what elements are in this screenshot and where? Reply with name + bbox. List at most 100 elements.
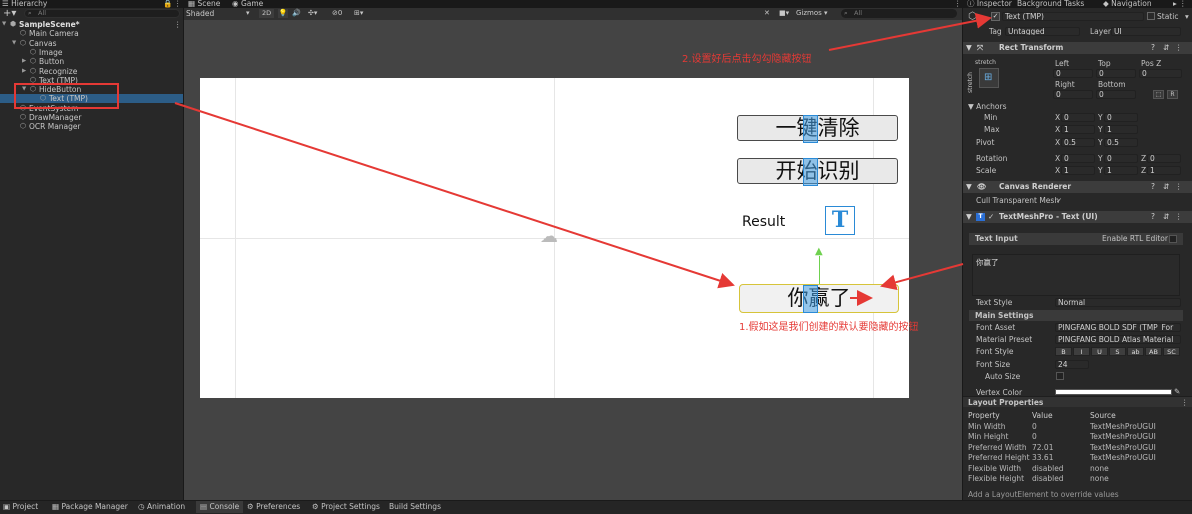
tmp-settings-icon[interactable]: ⇵	[1163, 211, 1169, 223]
vertex-color-swatch[interactable]	[1055, 389, 1172, 395]
inspector-more-icon[interactable]: ▸ ⋮	[1173, 0, 1187, 8]
scale-y-field[interactable]: 1	[1104, 166, 1138, 175]
hierarchy-item[interactable]: ⬡ Image	[0, 48, 183, 57]
add-icon[interactable]: +▾	[3, 8, 16, 19]
expand-toggle-icon[interactable]: ▶	[22, 67, 26, 76]
shading-dropdown[interactable]: Shaded	[186, 8, 214, 19]
scene-viewport[interactable]: 一键清除 开始识别 Result T ▲ 你赢了 ☁ 1.假如这是我们创建的默认…	[184, 20, 962, 500]
canvas-renderer-menu-icon[interactable]: ⋮	[1175, 181, 1183, 193]
font-style-button[interactable]: U	[1091, 347, 1108, 356]
pivot-y-field[interactable]: 0.5	[1104, 138, 1138, 147]
rot-x-field[interactable]: 0	[1061, 154, 1095, 163]
bottom-tab[interactable]: ⚙ Preferences	[247, 501, 300, 513]
tools-icon[interactable]: ✕	[764, 9, 770, 18]
hierarchy-item[interactable]: ⬡ OCR Manager	[0, 122, 183, 131]
posz-field[interactable]: 0	[1139, 69, 1182, 78]
raw-edit-button[interactable]: R	[1167, 90, 1178, 99]
tmp-enabled-checkbox[interactable]: ✓	[988, 211, 994, 223]
max-y-field[interactable]: 1	[1104, 125, 1138, 134]
cull-mesh-checkbox[interactable]: ✓	[1056, 196, 1062, 205]
font-style-button[interactable]: S	[1109, 347, 1126, 356]
canvas-renderer-help-icon[interactable]: ?	[1151, 181, 1155, 193]
rot-z-field[interactable]: 0	[1147, 154, 1181, 163]
hierarchy-tab[interactable]: ☰ Hierarchy	[2, 0, 47, 8]
canvas-renderer-header[interactable]: ▼ 👁 Canvas Renderer ? ⇵ ⋮	[963, 181, 1192, 193]
scale-x-field[interactable]: 1	[1061, 166, 1095, 175]
scene-menu-icon[interactable]: ⋮	[174, 20, 182, 29]
hierarchy-search-input[interactable]: ⌕ All	[24, 9, 180, 18]
tab-background-tasks[interactable]: Background Tasks	[1017, 0, 1084, 8]
layout-properties-header[interactable]: Layout Properties ⋮	[963, 396, 1192, 407]
right-field[interactable]: 0	[1053, 90, 1093, 99]
text-style-dropdown[interactable]: Normal	[1055, 298, 1181, 307]
hierarchy-item[interactable]: ⬡ Text (TMP)	[0, 94, 183, 104]
bottom-tab[interactable]: ▦ Package Manager	[52, 501, 128, 513]
toggle-2d-button[interactable]: 2D	[259, 9, 275, 18]
font-style-button[interactable]: AB	[1145, 347, 1162, 356]
min-x-field[interactable]: 0	[1061, 113, 1095, 122]
expand-toggle-icon[interactable]: ▼	[22, 85, 26, 94]
hierarchy-item[interactable]: ▼ ⬢ SampleScene* ⋮	[0, 20, 183, 29]
tmp-menu-icon[interactable]: ⋮	[1175, 211, 1183, 223]
bottom-tab[interactable]: ▤ Console	[196, 501, 244, 513]
grid-icon[interactable]: ⊞▾	[354, 9, 363, 18]
tab-inspector[interactable]: ⓘ Inspector	[967, 0, 1012, 8]
font-style-button[interactable]: B	[1055, 347, 1072, 356]
auto-size-checkbox[interactable]	[1056, 372, 1064, 380]
visibility-icon[interactable]: ⊘0	[332, 9, 342, 18]
tab-game[interactable]: ◉ Game	[232, 0, 263, 8]
hierarchy-item[interactable]: ▼ ⬡ Canvas	[0, 39, 183, 48]
material-preset-dropdown[interactable]: PINGFANG BOLD Atlas Material	[1055, 335, 1181, 344]
tab-scene[interactable]: ▦ Scene	[188, 0, 220, 8]
font-style-button[interactable]: I	[1073, 347, 1090, 356]
expand-toggle-icon[interactable]: ▼	[12, 39, 16, 48]
bottom-field[interactable]: 0	[1096, 90, 1136, 99]
lock-icon[interactable]: 🔒	[163, 0, 172, 8]
hierarchy-item[interactable]: ⬡ Main Camera	[0, 29, 183, 38]
expand-toggle-icon[interactable]: ▼	[2, 20, 6, 29]
text-input-area[interactable]: 你赢了	[972, 254, 1180, 296]
hide-button[interactable]: 你赢了	[739, 284, 899, 313]
tab-navigation[interactable]: ◆ Navigation	[1103, 0, 1152, 8]
rtl-checkbox[interactable]	[1169, 235, 1177, 243]
hierarchy-item[interactable]: ⬡ EventSystem	[0, 104, 183, 113]
static-chevron-icon[interactable]: ▾	[1185, 12, 1189, 21]
rect-transform-header[interactable]: ▼ ⤧ Rect Transform ? ⇵ ⋮	[963, 42, 1192, 54]
min-y-field[interactable]: 0	[1104, 113, 1138, 122]
hierarchy-item[interactable]: ⬡ Text (TMP)	[0, 76, 183, 85]
bottom-tab[interactable]: Build Settings	[389, 501, 441, 513]
active-toggle-checkbox[interactable]: ✓	[991, 12, 1000, 21]
tmp-help-icon[interactable]: ?	[1151, 211, 1155, 223]
hierarchy-item[interactable]: ▼ ⬡ HideButton	[0, 85, 183, 94]
top-field[interactable]: 0	[1096, 69, 1136, 78]
component-settings-icon[interactable]: ⇵	[1163, 42, 1169, 54]
scene-search-input[interactable]: ⌕ All	[841, 9, 957, 18]
blueprint-mode-icon[interactable]: ⬚	[1153, 90, 1164, 99]
lighting-icon[interactable]: 💡	[278, 9, 288, 18]
tag-dropdown[interactable]: Untagged	[1005, 27, 1080, 36]
rot-y-field[interactable]: 0	[1104, 154, 1138, 163]
font-style-button[interactable]: ab	[1127, 347, 1144, 356]
font-style-button[interactable]: SC	[1163, 347, 1180, 356]
eyedropper-icon[interactable]: ✎	[1174, 387, 1180, 396]
effects-icon[interactable]: ✣▾	[308, 9, 317, 18]
hierarchy-item[interactable]: ⬡ DrawManager	[0, 113, 183, 122]
bottom-tab[interactable]: ▣ Project	[3, 501, 38, 513]
font-asset-field[interactable]: PINGFANG BOLD SDF (TMP_For	[1055, 323, 1181, 332]
font-size-field[interactable]: 24	[1055, 360, 1089, 369]
bottom-tab[interactable]: ◷ Animation	[138, 501, 185, 513]
pivot-x-field[interactable]: 0.5	[1061, 138, 1095, 147]
scale-z-field[interactable]: 1	[1147, 166, 1181, 175]
hierarchy-item[interactable]: ▶ ⬡ Recognize	[0, 67, 183, 76]
bottom-tab[interactable]: ⚙ Project Settings	[312, 501, 380, 513]
anchor-presets-button[interactable]: ⊞	[979, 68, 999, 88]
static-checkbox[interactable]	[1147, 12, 1155, 20]
expand-toggle-icon[interactable]: ▶	[22, 57, 26, 66]
max-x-field[interactable]: 1	[1061, 125, 1095, 134]
tmp-header[interactable]: ▼ T ✓ TextMeshPro - Text (UI) ? ⇵ ⋮	[963, 211, 1192, 223]
component-help-icon[interactable]: ?	[1151, 42, 1155, 54]
layout-menu-icon[interactable]: ⋮	[1181, 398, 1189, 407]
kebab-menu-icon[interactable]: ⋮	[174, 0, 182, 8]
gizmos-dropdown[interactable]: Gizmos ▾	[796, 9, 828, 18]
layer-dropdown[interactable]: UI	[1111, 27, 1181, 36]
